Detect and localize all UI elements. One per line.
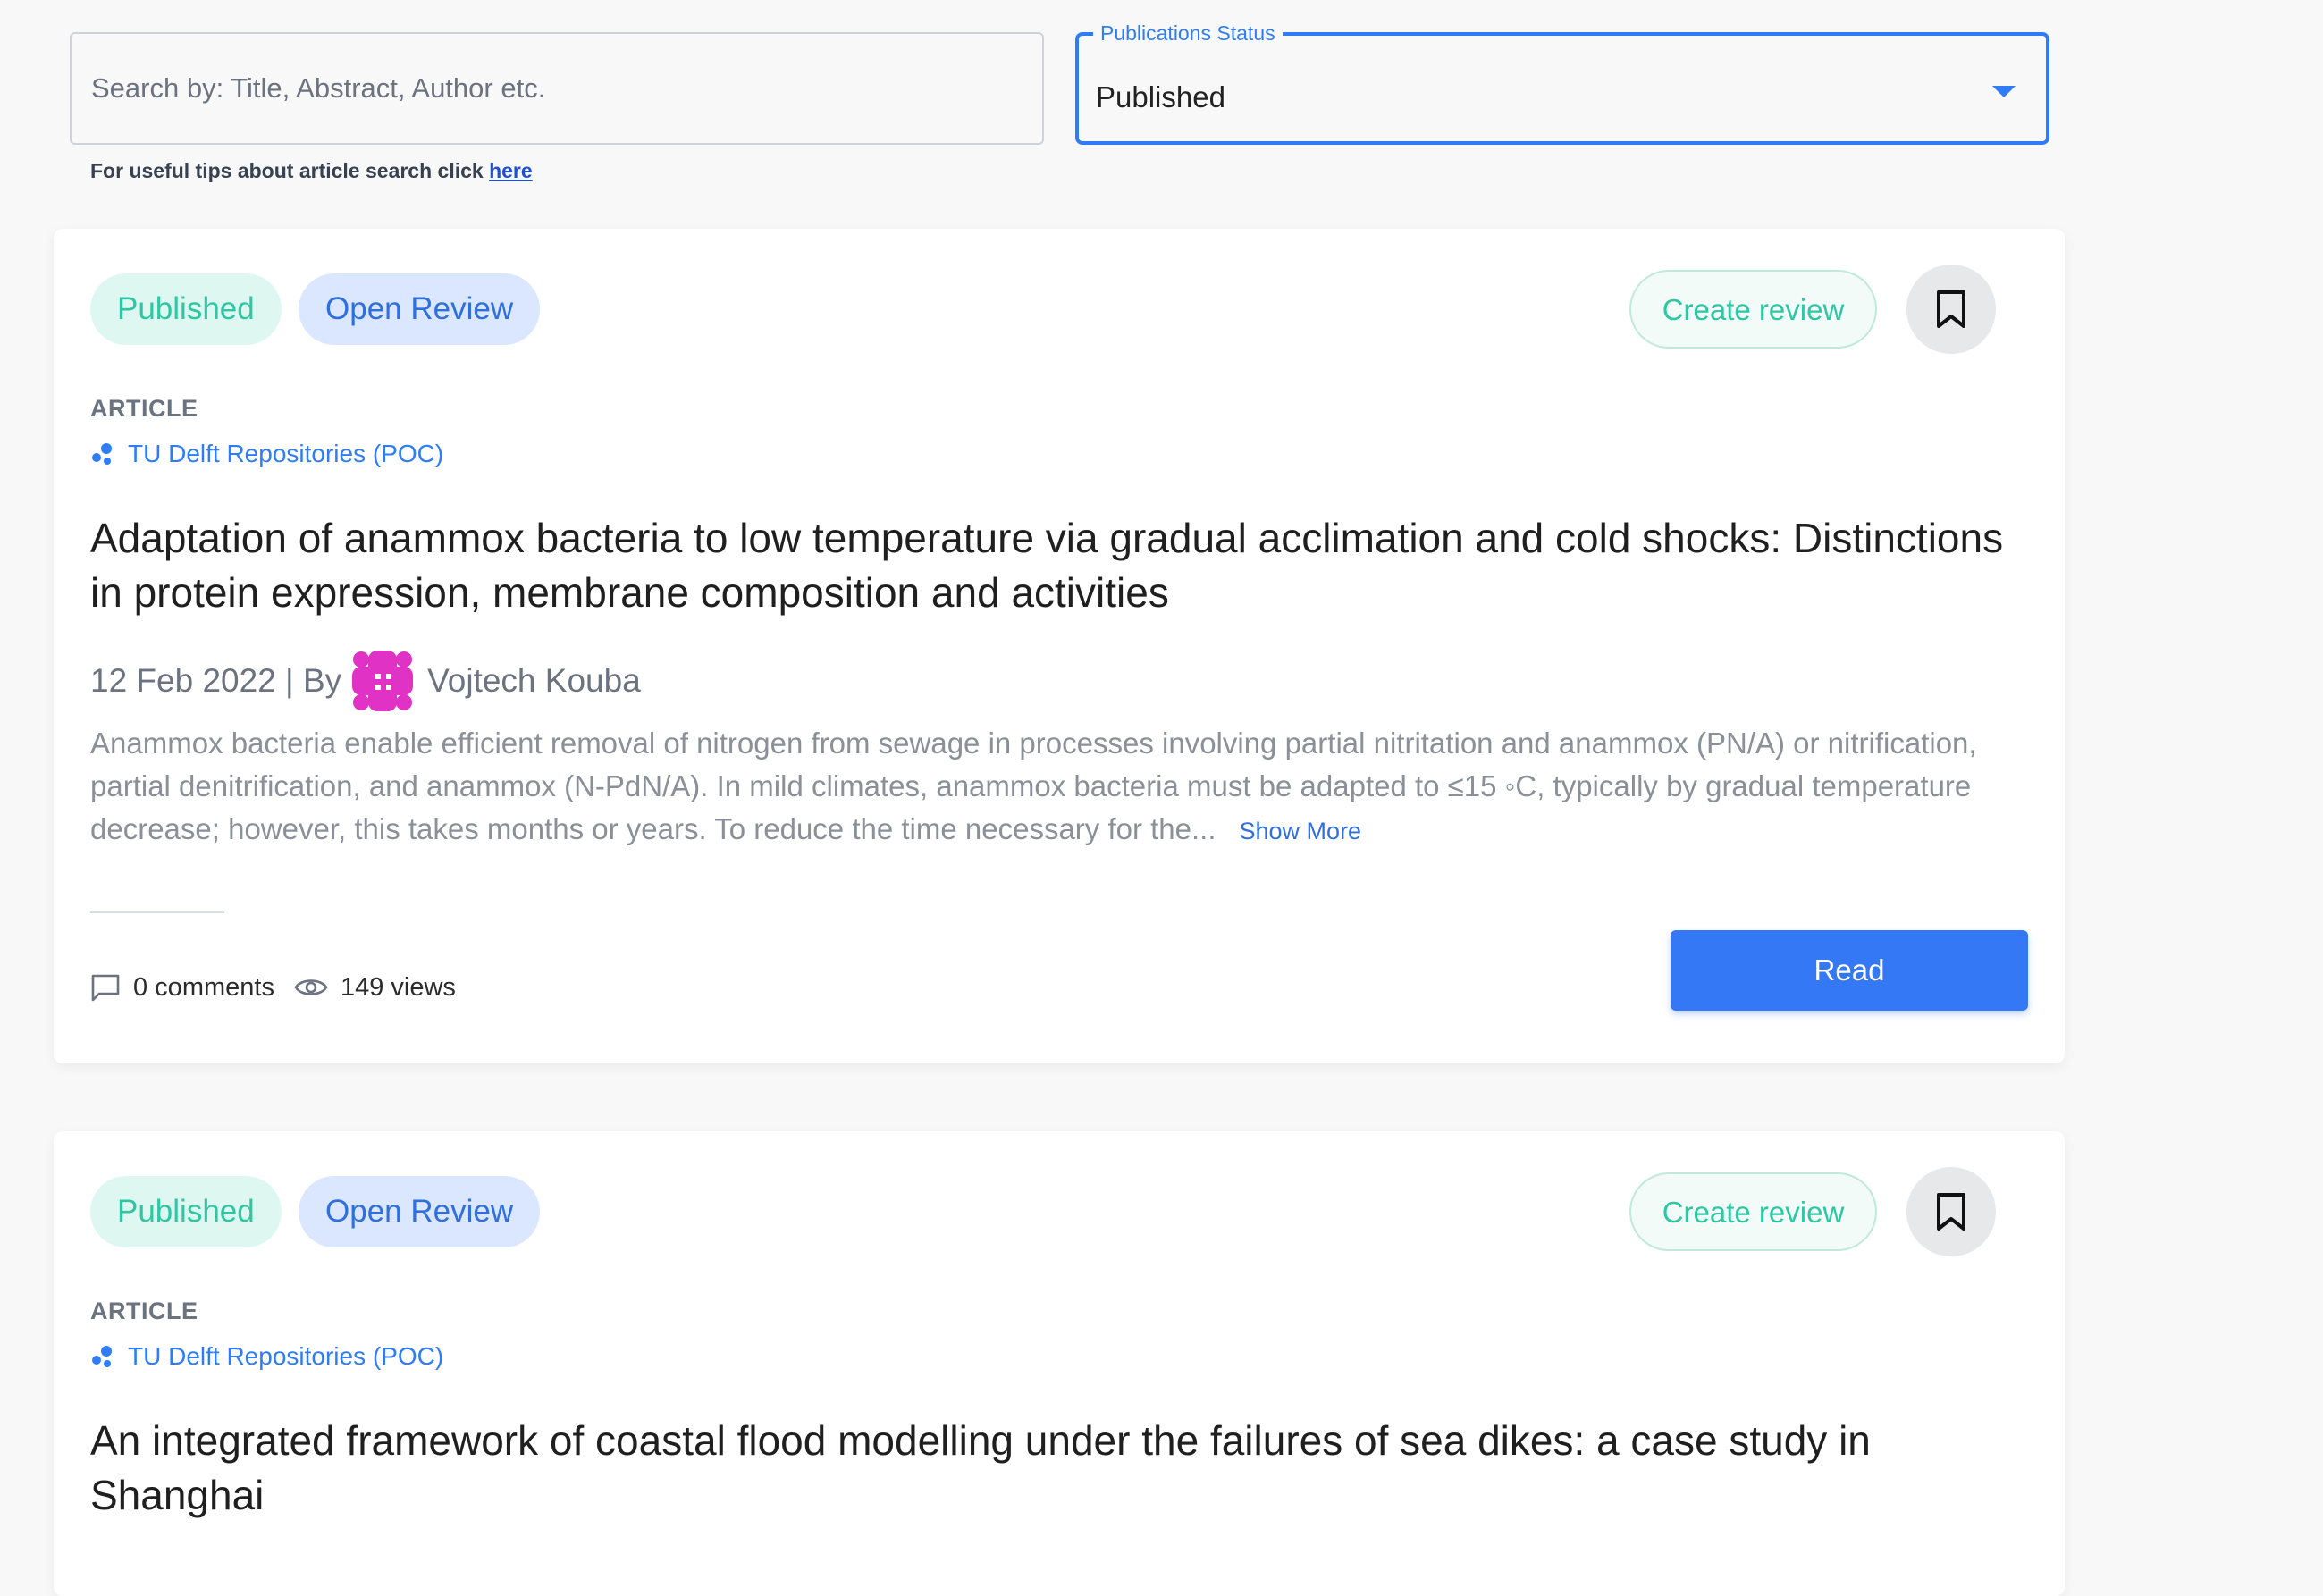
article-title[interactable]: An integrated framework of coastal flood… [90, 1414, 2012, 1523]
comments-label: 0 comments [133, 972, 274, 1002]
article-source-label: TU Delft Repositories (POC) [128, 1342, 444, 1370]
published-badge: Published [90, 1176, 282, 1247]
divider [90, 911, 224, 913]
published-badge: Published [90, 273, 282, 345]
article-title[interactable]: Adaptation of anammox bacteria to low te… [90, 511, 2012, 620]
comments-count[interactable]: 0 comments [90, 972, 274, 1003]
read-button[interactable]: Read [1671, 930, 2028, 1011]
article-source-label: TU Delft Repositories (POC) [128, 440, 444, 467]
create-review-button[interactable]: Create review [1629, 270, 1877, 349]
article-type: ARTICLE [90, 1298, 198, 1324]
author-avatar[interactable] [349, 647, 417, 715]
comment-icon [90, 972, 121, 1003]
article-type: ARTICLE [90, 395, 198, 422]
search-tip: For useful tips about article search cli… [90, 159, 533, 183]
article-source[interactable]: TU Delft Repositories (POC) [90, 440, 443, 468]
create-review-button[interactable]: Create review [1629, 1172, 1877, 1251]
article-card: Published Open Review Create review ARTI… [54, 1131, 2065, 1596]
eye-icon [294, 976, 328, 999]
article-stats: 0 comments 149 views [90, 972, 476, 1003]
article-author[interactable]: Vojtech Kouba [427, 662, 641, 700]
bookmark-icon [1937, 290, 1965, 328]
article-date: 12 Feb 2022 | By [90, 662, 342, 699]
publication-status-label: Publications Status [1093, 21, 1283, 46]
views-count: 149 views [294, 973, 456, 1003]
publication-status-select[interactable]: Publications Status Published [1075, 21, 2049, 145]
article-meta: 12 Feb 2022 | By Vojtech Kouba [90, 647, 641, 715]
show-more-link[interactable]: Show More [1240, 818, 1362, 844]
publication-status-value: Published [1096, 80, 1225, 113]
bookmark-button[interactable] [1906, 265, 1996, 354]
dropdown-arrow-icon[interactable] [1992, 86, 2016, 97]
article-card: Published Open Review Create review ARTI… [54, 229, 2065, 1063]
open-review-badge: Open Review [299, 273, 541, 345]
search-input[interactable] [70, 32, 1044, 145]
article-abstract-text: Anammox bacteria enable efficient remova… [90, 727, 1977, 845]
views-label: 149 views [340, 972, 456, 1002]
bookmark-button[interactable] [1906, 1167, 1996, 1256]
bookmark-icon [1937, 1193, 1965, 1231]
repository-icon [92, 1346, 112, 1367]
article-source[interactable]: TU Delft Repositories (POC) [90, 1342, 443, 1371]
search-tip-link[interactable]: here [489, 159, 533, 182]
search-tip-text: For useful tips about article search cli… [90, 159, 490, 182]
repository-icon [92, 443, 112, 465]
article-search-page: For useful tips about article search cli… [0, 0, 2323, 1596]
article-abstract: Anammox bacteria enable efficient remova… [90, 722, 2012, 853]
open-review-badge: Open Review [299, 1176, 541, 1247]
